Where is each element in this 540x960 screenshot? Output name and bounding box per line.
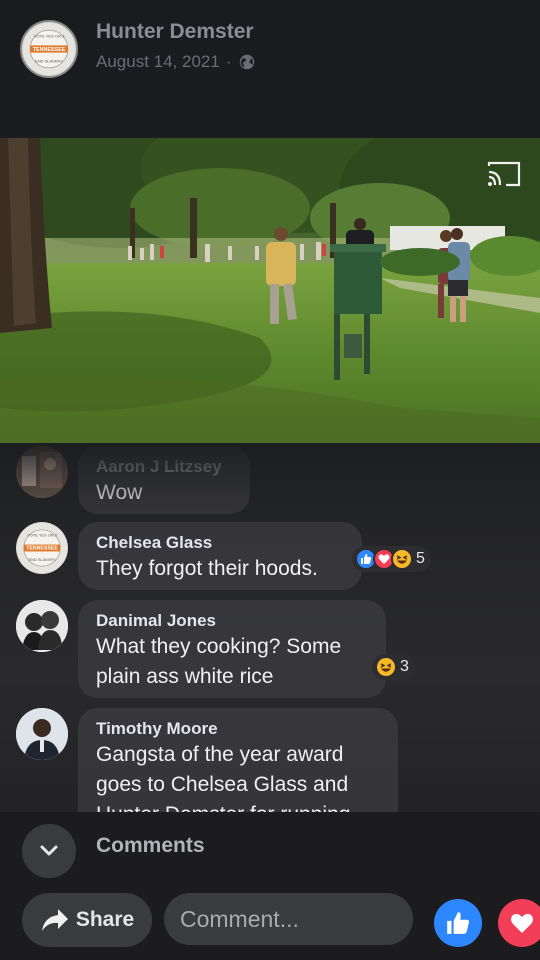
cast-icon[interactable] (486, 160, 522, 188)
post-meta: August 14, 2021 · (96, 52, 256, 72)
comments-label[interactable]: Comments (96, 834, 205, 858)
comment-text-line: Hunter Demster for running (96, 800, 380, 812)
heart-icon (511, 913, 533, 933)
tennessee-badge-icon: TENNESSEE VOTE YES ON 3 END SLAVERY (22, 22, 76, 76)
comment-text-line: goes to Chelsea Glass and (96, 773, 349, 796)
commenter-name[interactable]: Danimal Jones (96, 610, 368, 632)
comment-text-line: What they cooking? Some (96, 635, 342, 658)
haha-reaction-icon (375, 656, 397, 678)
comment-item: Aaron J Litzsey Wow (16, 446, 250, 514)
comment-item: TENNESSEE VOTE YES ON 3 END SLAVERY Chel… (16, 522, 362, 590)
meta-separator: · (225, 52, 232, 71)
comment-bubble[interactable]: Danimal Jones What they cooking? Some pl… (78, 600, 386, 698)
author-avatar[interactable]: TENNESSEE VOTE YES ON 3 END SLAVERY (20, 20, 78, 78)
commenter-name[interactable]: Chelsea Glass (96, 532, 344, 554)
like-button[interactable] (434, 899, 482, 947)
share-button[interactable]: Share (22, 893, 152, 947)
avatar-photo-icon (16, 446, 68, 498)
comment-text-line: Gangsta of the year award (96, 743, 344, 766)
comment-bubble[interactable]: Timothy Moore Gangsta of the year award … (78, 708, 398, 812)
comment-text: They forgot their hoods. (96, 557, 318, 580)
commenter-name[interactable]: Aaron J Litzsey (96, 456, 232, 478)
commenter-avatar[interactable] (16, 446, 68, 498)
avatar-photo-icon (16, 600, 68, 652)
svg-text:END SLAVERY: END SLAVERY (35, 59, 63, 64)
reaction-summary[interactable]: 3 (372, 654, 415, 680)
comment-text: Wow (96, 481, 143, 504)
avatar-photo-icon (16, 708, 68, 760)
globe-icon (239, 54, 254, 70)
svg-text:TENNESSEE: TENNESSEE (26, 546, 58, 552)
svg-text:TENNESSEE: TENNESSEE (33, 47, 66, 53)
author-name[interactable]: Hunter Demster (96, 20, 254, 44)
post-photo[interactable] (0, 138, 540, 443)
haha-reaction-icon (391, 548, 413, 570)
svg-text:END SLAVERY: END SLAVERY (29, 557, 56, 562)
collapse-comments-button[interactable] (22, 824, 76, 878)
thumbs-up-icon (447, 912, 470, 934)
comment-text-line: plain ass white rice (96, 665, 274, 688)
comment-bubble[interactable]: Aaron J Litzsey Wow (78, 446, 250, 514)
share-arrow-icon (41, 909, 68, 931)
reaction-count: 5 (416, 550, 425, 567)
comment-item: Timothy Moore Gangsta of the year award … (16, 708, 416, 812)
reaction-summary[interactable]: 5 (352, 546, 431, 572)
commenter-avatar[interactable] (16, 600, 68, 652)
comment-item: Danimal Jones What they cooking? Some pl… (16, 600, 386, 698)
commenter-name[interactable]: Timothy Moore (96, 718, 380, 740)
chevron-down-icon (40, 845, 58, 856)
post-header: TENNESSEE VOTE YES ON 3 END SLAVERY Hunt… (0, 0, 540, 138)
post-date[interactable]: August 14, 2021 (96, 52, 220, 72)
love-button[interactable] (498, 899, 540, 947)
park-scene-image (0, 138, 540, 443)
tennessee-badge-icon: TENNESSEE VOTE YES ON 3 END SLAVERY (16, 522, 68, 574)
svg-text:VOTE YES ON 3: VOTE YES ON 3 (27, 533, 57, 538)
commenter-avatar[interactable] (16, 708, 68, 760)
svg-text:VOTE YES ON 3: VOTE YES ON 3 (34, 33, 65, 38)
comment-input[interactable] (164, 893, 413, 945)
reaction-count: 3 (400, 658, 409, 675)
share-label: Share (75, 908, 135, 931)
commenter-avatar[interactable]: TENNESSEE VOTE YES ON 3 END SLAVERY (16, 522, 68, 574)
comment-bubble[interactable]: Chelsea Glass They forgot their hoods. (78, 522, 362, 590)
